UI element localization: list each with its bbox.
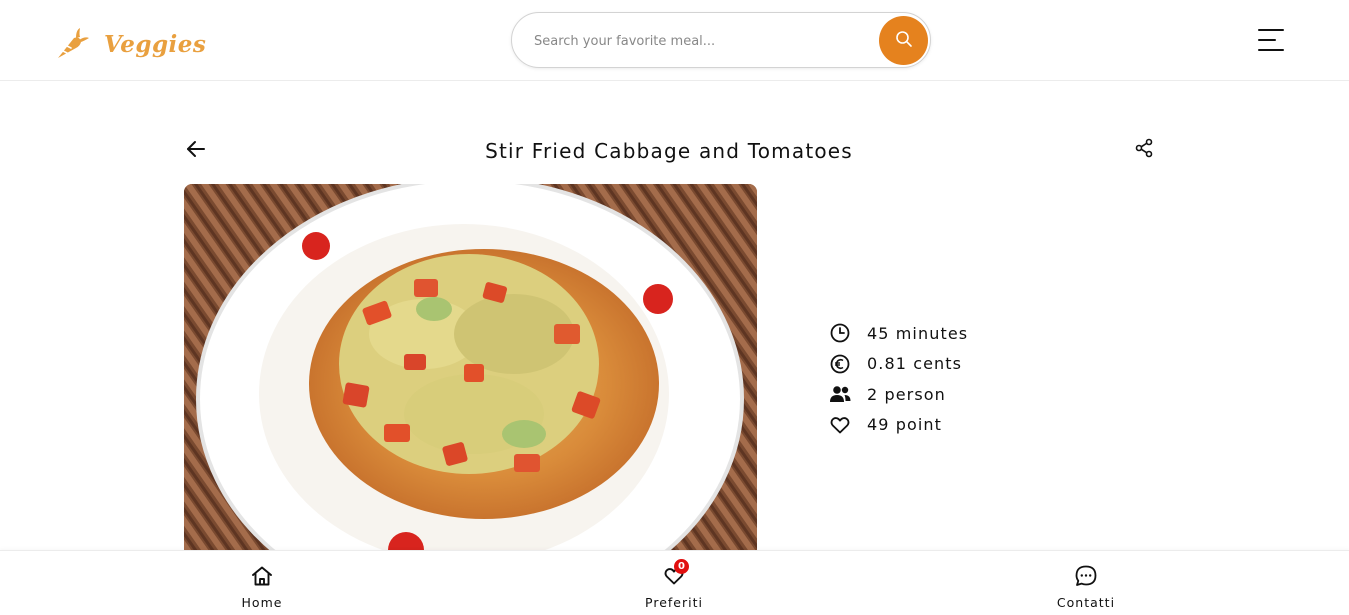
heart-icon xyxy=(828,413,852,437)
arrow-left-icon xyxy=(185,138,207,164)
brand-name: Veggies xyxy=(104,30,207,58)
search-icon xyxy=(895,30,913,51)
info-time: 45 minutes xyxy=(828,318,968,349)
heart-icon: 0 xyxy=(661,559,689,588)
top-header: Veggies xyxy=(0,0,1349,81)
info-score-text: 49 point xyxy=(867,415,943,435)
nav-contacts-label: Contatti xyxy=(1056,595,1116,610)
info-servings-text: 2 person xyxy=(867,384,946,404)
menu-line xyxy=(1258,39,1276,41)
info-servings: 2 person xyxy=(828,379,968,410)
search-bar xyxy=(511,12,931,68)
recipe-image xyxy=(184,184,757,554)
info-time-text: 45 minutes xyxy=(867,323,969,343)
home-icon xyxy=(249,564,275,588)
nav-contacts[interactable]: Contatti xyxy=(1026,551,1146,615)
people-icon xyxy=(828,382,852,406)
bottom-nav: Home 0 Preferiti Contatti xyxy=(0,550,1349,615)
menu-line xyxy=(1258,29,1284,31)
carrot-icon xyxy=(54,26,90,62)
nav-home[interactable]: Home xyxy=(202,551,322,615)
hamburger-menu-icon[interactable] xyxy=(1256,26,1286,54)
back-button[interactable] xyxy=(183,138,209,164)
brand-logo[interactable]: Veggies xyxy=(54,26,206,62)
chat-icon xyxy=(1073,564,1099,588)
share-button[interactable] xyxy=(1132,138,1156,162)
share-icon xyxy=(1134,138,1154,162)
info-price: 0.81 cents xyxy=(828,349,968,380)
nav-home-label: Home xyxy=(241,595,283,610)
info-score: 49 point xyxy=(828,410,968,441)
menu-line xyxy=(1258,49,1284,51)
nav-favorites-label: Preferiti xyxy=(645,595,703,610)
favorites-count-badge: 0 xyxy=(674,559,689,574)
recipe-info-list: 45 minutes 0.81 cents 2 person 49 point xyxy=(828,318,968,440)
search-input[interactable] xyxy=(534,27,864,55)
page-title: Stir Fried Cabbage and Tomatoes xyxy=(485,139,853,163)
clock-icon xyxy=(828,321,852,345)
nav-favorites[interactable]: 0 Preferiti xyxy=(614,551,734,615)
info-price-text: 0.81 cents xyxy=(867,354,963,374)
euro-icon xyxy=(828,352,852,376)
search-button[interactable] xyxy=(879,16,928,65)
